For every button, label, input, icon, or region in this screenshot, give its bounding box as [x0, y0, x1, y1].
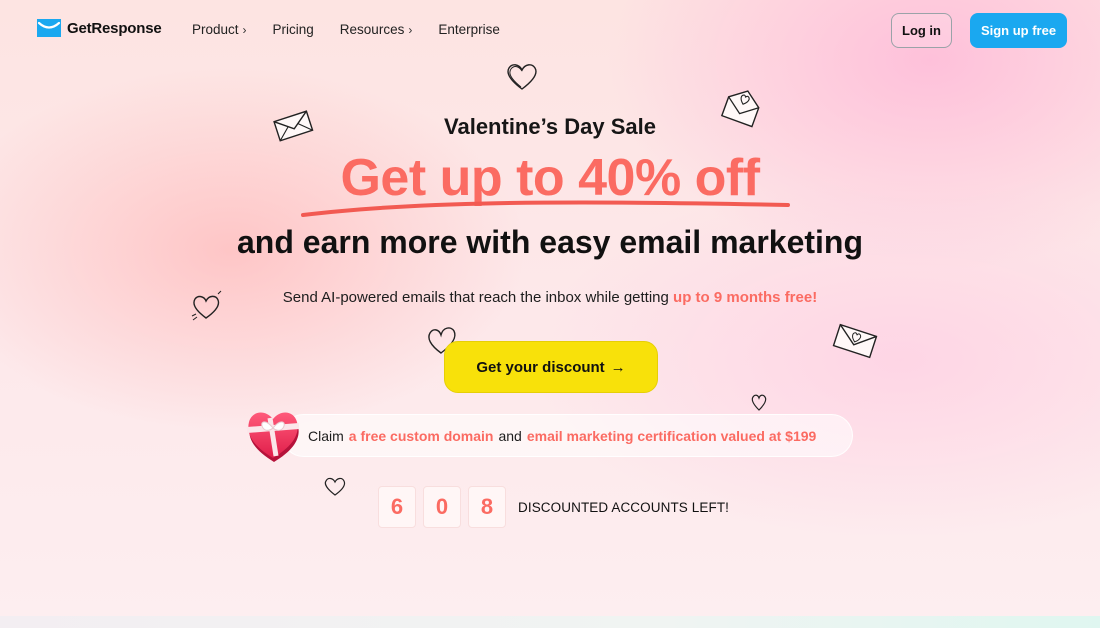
claim-highlight-domain: a free custom domain: [348, 427, 494, 444]
counter-digit: 8: [468, 486, 506, 528]
heart-doodle-icon: [751, 394, 767, 411]
section-divider: [0, 616, 1100, 628]
nav-item-label: Enterprise: [438, 22, 500, 37]
nav-item-pricing[interactable]: Pricing: [273, 22, 314, 37]
nav-item-enterprise[interactable]: Enterprise: [438, 22, 500, 37]
heart-doodle-icon: [507, 64, 537, 90]
nav-item-product[interactable]: Product ›: [192, 22, 247, 37]
claim-middle: and: [498, 427, 522, 444]
accounts-counter: 6 0 8 DISCOUNTED ACCOUNTS LEFT!: [378, 486, 729, 528]
arrow-right-icon: →: [610, 358, 626, 376]
brand-name: GetResponse: [67, 19, 162, 37]
counter-label: DISCOUNTED ACCOUNTS LEFT!: [518, 499, 730, 515]
nav-item-label: Product: [192, 22, 239, 37]
signup-button[interactable]: Sign up free: [970, 13, 1067, 48]
counter-digit: 0: [423, 486, 461, 528]
subheadline: and earn more with easy email marketing: [236, 224, 863, 260]
claim-offer-banner: Claim a free custom domain and email mar…: [282, 414, 853, 457]
top-navigation: GetResponse Product › Pricing Resources …: [0, 0, 1100, 62]
counter-digit: 6: [378, 486, 416, 528]
getresponse-logo[interactable]: GetResponse: [37, 19, 162, 37]
nav-item-label: Resources: [339, 22, 405, 37]
claim-highlight-certification: email marketing certification valued at …: [526, 427, 817, 444]
description-text: Send AI-powered emails that reach the in…: [282, 289, 674, 306]
login-button[interactable]: Log in: [891, 13, 952, 48]
envelope-logo-icon: [37, 19, 61, 37]
get-discount-button[interactable]: Get your discount →: [444, 341, 658, 393]
description-highlight: up to 9 months free!: [673, 289, 818, 306]
claim-prefix: Claim: [308, 427, 344, 444]
envelope-doodle-icon: [832, 323, 878, 359]
nav-item-resources[interactable]: Resources ›: [340, 22, 413, 37]
chevron-right-icon: ›: [408, 22, 413, 37]
chevron-right-icon: ›: [242, 22, 247, 37]
main-menu: Product › Pricing Resources › Enterprise: [192, 22, 526, 37]
sale-eyebrow: Valentine’s Day Sale: [444, 114, 656, 139]
heart-gift-box-icon: [246, 412, 300, 462]
cta-label: Get your discount: [476, 358, 605, 376]
heart-doodle-icon: [324, 477, 346, 496]
nav-item-label: Pricing: [272, 22, 314, 37]
headline-underline: [301, 200, 790, 217]
hero-description: Send AI-powered emails that reach the in…: [0, 289, 1100, 306]
